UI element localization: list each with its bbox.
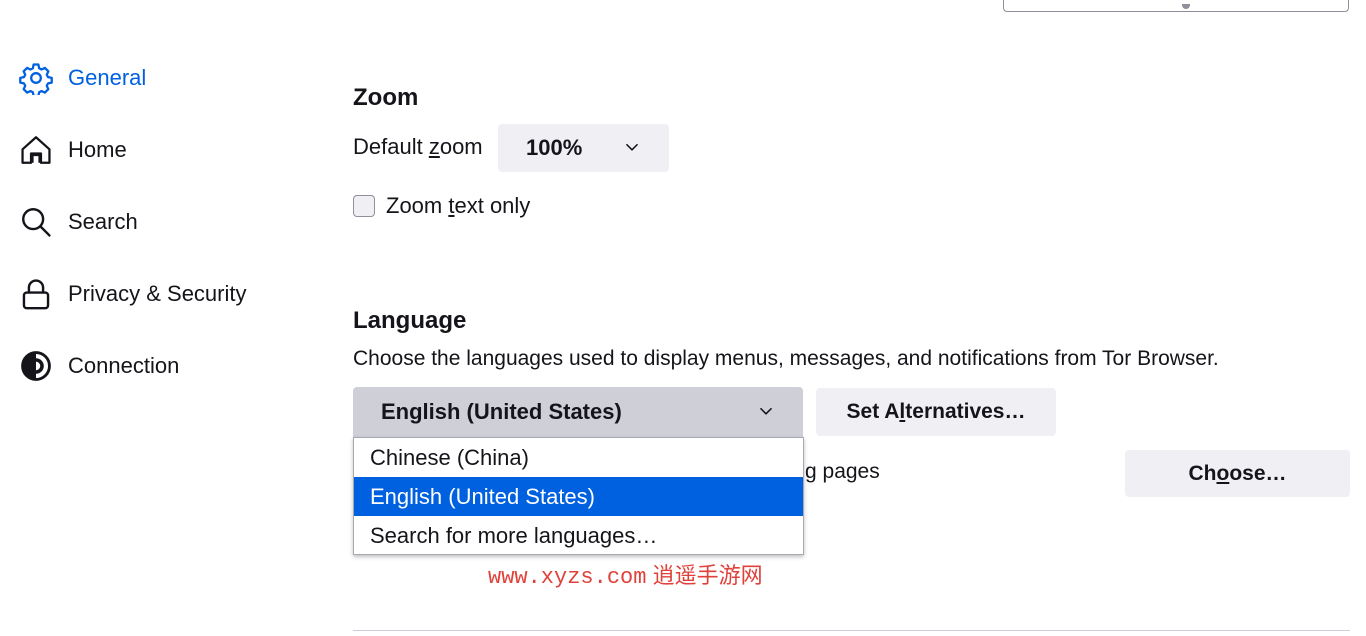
gear-icon bbox=[18, 60, 54, 96]
sidebar-item-label: Connection bbox=[68, 353, 180, 378]
sidebar-item-privacy[interactable]: Privacy & Security bbox=[18, 274, 247, 314]
access-key: z bbox=[428, 134, 440, 159]
zoom-text-only-label: Zoom text only bbox=[386, 193, 530, 219]
chevron-down-icon bbox=[757, 402, 775, 425]
language-option-highlighted[interactable]: English (United States) bbox=[354, 477, 803, 516]
choose-language-button[interactable]: Choose… bbox=[1125, 450, 1350, 497]
label-part: Default bbox=[353, 134, 429, 159]
sidebar-item-label: General bbox=[68, 65, 147, 90]
label-part: ose… bbox=[1229, 461, 1287, 485]
language-description: Choose the languages used to display men… bbox=[353, 347, 1219, 370]
zoom-heading: Zoom bbox=[353, 84, 419, 111]
zoom-text-only-option[interactable]: Zoom text only bbox=[353, 192, 530, 220]
language-select[interactable]: English (United States) bbox=[353, 387, 803, 437]
lock-icon bbox=[18, 276, 54, 312]
home-icon bbox=[18, 132, 54, 168]
label-part: Set A bbox=[846, 400, 900, 423]
label-part: Ch bbox=[1188, 461, 1217, 485]
sidebar-item-label: Home bbox=[68, 137, 127, 162]
label-part: Zoom bbox=[386, 193, 449, 218]
watermark-name: 逍遥手游网 bbox=[652, 563, 763, 588]
search-field-edge bbox=[1182, 4, 1190, 9]
sidebar-item-label: Search bbox=[68, 209, 138, 234]
watermark-url: www.xyzs.com bbox=[488, 565, 647, 590]
find-in-settings-input[interactable] bbox=[1003, 0, 1349, 12]
sidebar-item-home[interactable]: Home bbox=[18, 130, 127, 170]
search-icon bbox=[18, 204, 54, 240]
language-dropdown-list: Chinese (China) English (United States) … bbox=[353, 437, 804, 555]
onion-icon bbox=[18, 348, 54, 384]
sidebar-item-search[interactable]: Search bbox=[18, 202, 138, 242]
label-part: ternatives… bbox=[905, 400, 1026, 423]
sidebar-item-label: Privacy & Security bbox=[68, 281, 247, 306]
label-part: oom bbox=[439, 134, 483, 159]
language-option-search-more[interactable]: Search for more languages… bbox=[354, 516, 803, 555]
chevron-down-icon bbox=[623, 138, 641, 161]
language-select-value: English (United States) bbox=[381, 399, 622, 424]
sidebar-item-general[interactable]: General bbox=[18, 58, 146, 98]
language-heading: Language bbox=[353, 307, 467, 334]
default-zoom-value: 100% bbox=[526, 135, 583, 160]
watermark: www.xyzs.com 逍遥手游网 bbox=[488, 558, 763, 590]
label-part: ext only bbox=[454, 193, 531, 218]
page-language-text: g pages bbox=[805, 460, 880, 483]
default-zoom-label: Default zoom bbox=[353, 134, 483, 160]
preferences-page: General Home Search Privacy & Security C… bbox=[0, 0, 1366, 636]
default-zoom-select[interactable]: 100% bbox=[498, 124, 669, 172]
section-divider bbox=[353, 630, 1350, 631]
zoom-text-only-checkbox[interactable] bbox=[353, 195, 375, 217]
set-alternatives-button[interactable]: Set Alternatives… bbox=[816, 388, 1056, 436]
language-option[interactable]: Chinese (China) bbox=[354, 438, 803, 477]
access-key: o bbox=[1216, 461, 1230, 485]
sidebar-item-connection[interactable]: Connection bbox=[18, 346, 179, 386]
